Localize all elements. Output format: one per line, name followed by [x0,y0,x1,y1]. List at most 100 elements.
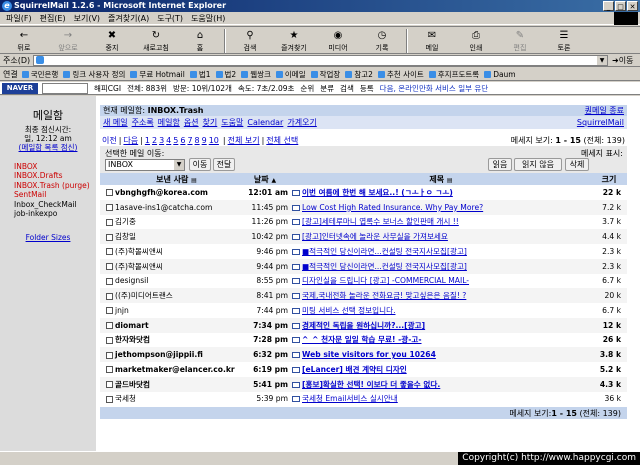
link-item[interactable]: 작업장 [311,69,341,80]
next-link[interactable]: 다음 [123,136,138,145]
message-row[interactable]: 김기중 11:26 pm [광고]세테루마니 엽록수 보너스 할인판매 개시 !! 3… [100,215,627,230]
page-link[interactable]: 3 [159,136,164,145]
chevron-down-icon[interactable]: ▼ [597,55,607,65]
message-checkbox[interactable] [106,189,113,197]
naver-item[interactable]: 순위 [300,83,314,94]
message-row[interactable]: 골드바닷컴 5:41 pm [홍보]확실한 선택! 이보다 더 좋을수 없다. 4.3… [100,376,627,392]
toolbar-button-forward[interactable]: → 앞으로 [46,27,90,55]
go-button[interactable]: ➜이동 [612,55,633,66]
page-link[interactable]: 10 [209,136,219,145]
folder-item[interactable]: Inbox_CheckMail [14,200,96,209]
nav-item[interactable]: Calendar [247,118,283,127]
page-link[interactable]: 7 [187,136,192,145]
menu-favorites[interactable]: 즐겨찾기(A) [104,13,153,24]
message-checkbox[interactable] [106,381,113,389]
message-subject[interactable]: Low Cost High Rated Insurance. Why Pay M… [302,203,483,212]
naver-item[interactable]: 분류 [320,83,334,94]
message-row[interactable]: 1asave-ins1@catcha.com 11:45 pm Low Cost H… [100,199,627,215]
message-row[interactable]: (주)학몰씨앤씨 9:46 pm ■적극적인 당신이라면...컨설팅 전국지사모집[… [100,244,627,259]
forward-button[interactable]: 전달 [213,158,235,171]
message-row[interactable]: 한자와닷컴 7:28 pm ^_^ 천자문 일일 학습 무료! -광-고- 26 k [100,333,627,348]
nav-item[interactable]: 주소록 [132,118,154,127]
message-row[interactable]: diomart 7:34 pm 경제적인 독립을 원하십니까?...[광고] 12 k [100,317,627,333]
link-item[interactable]: 참고2 [345,69,373,80]
refresh-folders-link[interactable]: (메일함 목록 점신) [19,143,78,152]
message-checkbox[interactable] [106,263,113,271]
message-row[interactable]: jethompson@jippii.fi 6:32 pm Web site visi… [100,347,627,362]
toolbar-button-discuss[interactable]: ☰ 토론 [542,27,586,55]
message-row[interactable]: vbnghgfh@korea.com 12:01 am 이번 여름에 한번 해 보세… [100,185,627,200]
folder-item[interactable]: job-inkexpo [14,209,96,218]
message-checkbox[interactable] [106,292,113,300]
naver-search-input[interactable] [42,82,88,94]
sort-icon[interactable]: ▤ [447,177,453,184]
message-subject[interactable]: 국세청 Email서비스 실시안내 [302,394,398,403]
col-from[interactable]: 보낸 사람 ▤ [114,173,239,185]
message-subject-cell[interactable]: [광고]세테루마니 엽록수 보너스 할인판매 개시 !! [291,215,591,230]
message-subject-cell[interactable]: Low Cost High Rated Insurance. Why Pay M… [291,199,591,215]
message-checkbox[interactable] [106,395,113,403]
sort-icon[interactable]: ▤ [191,177,197,184]
message-subject[interactable]: 이번 여름에 한번 해 보세요..! (ㄱㅗㅏㅇ ㄱㅗ) [302,188,453,197]
prev-link[interactable]: 이전 [102,136,117,145]
nav-item[interactable]: 메일함 [158,118,180,127]
menu-tools[interactable]: 도구(T) [153,13,187,24]
message-checkbox[interactable] [106,277,113,285]
message-checkbox[interactable] [106,218,113,226]
toolbar-button-edit[interactable]: ✎ 편집 [498,27,542,55]
address-input[interactable]: ▼ [33,54,608,66]
naver-promo[interactable]: 다음, 온라인만화 서비스 일부 유단 [380,83,489,94]
message-subject[interactable]: ■적극적인 당신이라면...컨설팅 전국지사모집[광고] [302,247,467,256]
message-checkbox[interactable] [106,322,113,330]
maximize-icon[interactable]: □ [615,1,626,11]
message-subject-cell[interactable]: ■적극적인 당신이라면...컨설팅 전국지사모집[광고] [291,244,591,259]
toolbar-button-mail[interactable]: ✉ 메일 [410,27,454,55]
toolbar-button-stop[interactable]: ✖ 중지 [90,27,134,55]
toolbar-button-refresh[interactable]: ↻ 새로고침 [134,27,178,55]
purge-link[interactable]: (purge) [60,181,90,190]
minimize-icon[interactable]: _ [603,1,614,11]
link-item[interactable]: 웹쌍크 [241,69,271,80]
link-item[interactable]: 이메일 [276,69,306,80]
toolbar-button-home[interactable]: ⌂ 홈 [178,27,222,55]
message-row[interactable]: marketmaker@elancer.co.kr 6:19 pm [eLancer… [100,362,627,377]
page-link[interactable]: 2 [152,136,157,145]
message-subject-cell[interactable]: 이번 여름에 한번 해 보세요..! (ㄱㅗㅏㅇ ㄱㅗ) [291,185,591,200]
toolbar-button-search[interactable]: ⚲ 검색 [228,27,272,55]
message-row[interactable]: 김창일 10:42 pm [광고]인터넷속에 놀라운 사무실을 가져보세요 4.4 k [100,229,627,244]
toolbar-button-media[interactable]: ◉ 미디어 [316,27,360,55]
message-checkbox[interactable] [106,233,113,241]
message-subject-cell[interactable]: 국세청 Email서비스 실시안내 [291,392,591,407]
link-item[interactable]: 법2 [216,69,237,80]
message-checkbox[interactable] [106,204,113,212]
page-link[interactable]: 4 [166,136,171,145]
naver-item[interactable]: 등록 [360,83,374,94]
folder-item[interactable]: INBOX [14,162,96,171]
page-link[interactable]: 6 [180,136,185,145]
message-subject-cell[interactable]: 디자인실을 드립니다 [광고] -COMMERCIAL MAIL- [291,274,591,289]
nav-item[interactable]: 옵션 [184,118,199,127]
toolbar-button-favorites[interactable]: ★ 즐겨찾기 [272,27,316,55]
message-checkbox[interactable] [106,351,113,359]
naver-item[interactable]: 검색 [340,83,354,94]
link-item[interactable]: 무료 Hotmail [130,69,184,80]
message-row[interactable]: designsil 8:55 pm 디자인실을 드립니다 [광고] -COMMERC… [100,274,627,289]
message-subject-cell[interactable]: [광고]인터넷속에 놀라운 사무실을 가져보세요 [291,229,591,244]
message-subject[interactable]: [eLancer] 배견 계약티 디자인 [302,365,407,374]
link-item[interactable]: 후지프도트록 [429,69,479,80]
mark-unread-button[interactable]: 읽지 않음 [514,158,562,171]
message-row[interactable]: ((주)미디어트랜스 8:41 pm 국제,국내전화 놀라운 전화요금! 맞고싶은은… [100,288,627,303]
message-subject-cell[interactable]: [eLancer] 배견 계약티 디자인 [291,362,591,377]
message-row[interactable]: 국세청 5:39 pm 국세청 Email서비스 실시안내 36 k [100,392,627,407]
toolbar-button-back[interactable]: ← 뒤로 [2,27,46,55]
page-link[interactable]: 5 [173,136,178,145]
message-subject-cell[interactable]: ■적극적인 당신이라면...컨설팅 전국지사모집[광고] [291,258,591,274]
link-item[interactable]: 링크 사용자 정의 [63,69,125,80]
page-link[interactable]: 9 [202,136,207,145]
menu-help[interactable]: 도움말(H) [187,13,229,24]
message-checkbox[interactable] [106,307,113,315]
toolbar-button-history[interactable]: ◷ 기록 [360,27,404,55]
message-subject[interactable]: 경제적인 독립을 원하십니까?...[광고] [302,321,425,330]
col-date[interactable]: 날짜 ▲ [239,173,291,185]
page-link[interactable]: 1 [145,136,150,145]
